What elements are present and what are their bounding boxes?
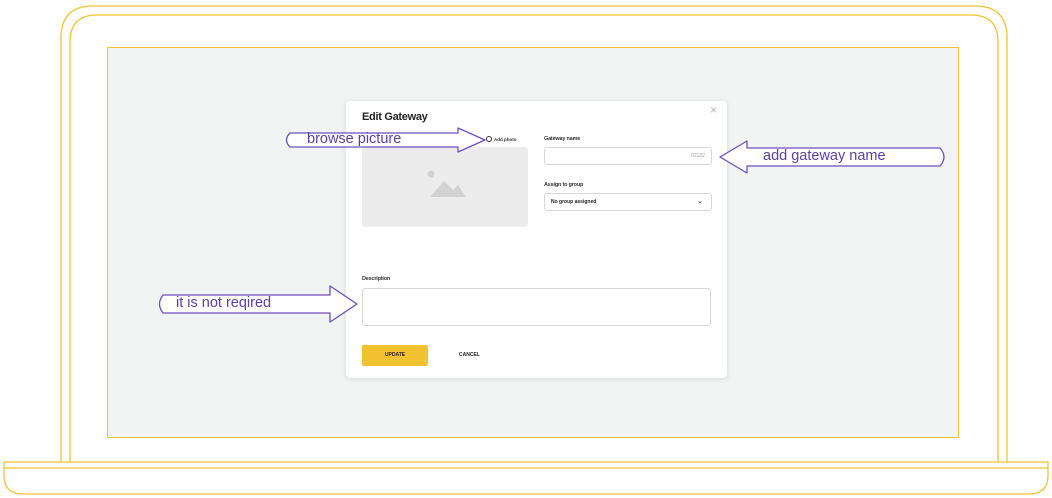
update-button[interactable]: UPDATE: [362, 345, 428, 366]
photo-placeholder[interactable]: [362, 147, 528, 227]
camera-icon: [486, 136, 492, 142]
add-photo-label: Add photo: [494, 136, 517, 142]
not-required-callout: it is not reqired: [176, 295, 272, 311]
browse-picture-callout: browse picture: [307, 131, 402, 147]
gateway-name-label: Gateway name: [544, 136, 581, 142]
add-photo-button[interactable]: Add photo: [486, 136, 517, 142]
modal-title: Edit Gateway: [362, 111, 428, 123]
assign-group-value: No group assigned: [551, 199, 597, 205]
gateway-name-value: 02122: [691, 153, 705, 159]
description-input[interactable]: [362, 288, 711, 326]
gateway-name-input[interactable]: 02122: [544, 147, 712, 165]
chevron-down-icon: ⌄: [697, 198, 703, 205]
edit-gateway-modal: Edit Gateway × Add photo Gateway name 02…: [346, 101, 727, 378]
description-label: Description: [362, 276, 391, 282]
assign-group-label: Assign to group: [544, 182, 584, 188]
cancel-button[interactable]: CANCEL: [459, 345, 480, 366]
close-icon[interactable]: ×: [710, 103, 717, 117]
add-gateway-name-callout: add gateway name: [763, 148, 886, 164]
assign-group-select[interactable]: No group assigned ⌄: [544, 193, 712, 211]
image-placeholder-icon: [427, 170, 466, 197]
